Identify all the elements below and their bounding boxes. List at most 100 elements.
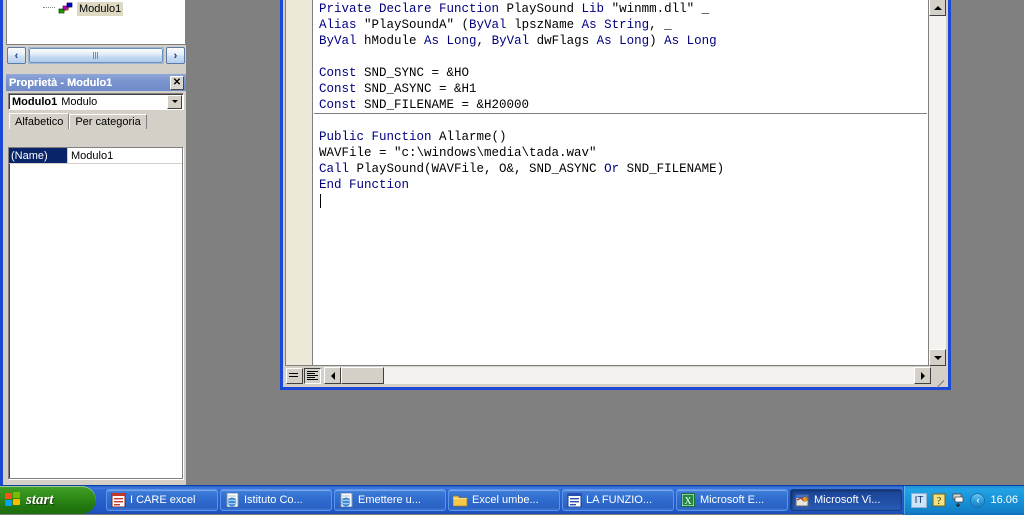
triangle-down-icon[interactable]	[929, 349, 946, 366]
help-question-icon[interactable]: ?	[932, 493, 946, 507]
code-token: Public Function	[319, 130, 440, 144]
code-text[interactable]: Private Declare Function PlaySound Lib "…	[319, 1, 926, 193]
code-token: ByVal	[491, 34, 537, 48]
triangle-left-icon[interactable]	[324, 367, 341, 384]
code-token: "winmm.dll" _	[611, 2, 710, 16]
code-window: Private Declare Function PlaySound Lib "…	[280, 0, 951, 390]
taskbar-button[interactable]: X Microsoft E...	[676, 489, 788, 511]
excel-green-icon: X	[681, 493, 696, 507]
taskbar-button[interactable]: Istituto Co...	[220, 489, 332, 511]
resize-grip-icon[interactable]	[931, 367, 946, 388]
code-token: hModule	[364, 34, 425, 48]
taskbar-buttons: I CARE excel Istituto Co... Emettere u... E…	[96, 489, 903, 511]
tab-per-categoria[interactable]: Per categoria	[69, 114, 147, 129]
code-token: Const	[319, 66, 365, 80]
taskbar-button-label: I CARE excel	[130, 494, 196, 506]
taskbar-button[interactable]: Microsoft Vi...	[790, 489, 902, 511]
taskbar: start I CARE excel Istituto Co... Emettere…	[0, 485, 1024, 515]
code-line[interactable]: Const SND_SYNC = &HO	[319, 65, 926, 81]
property-row[interactable]: (Name) Modulo1	[9, 148, 182, 164]
chevron-left-icon[interactable]: ‹	[7, 47, 26, 64]
taskbar-button-label: LA FUNZIO...	[586, 494, 653, 506]
full-module-view-icon[interactable]	[304, 367, 321, 384]
code-token: Const	[319, 82, 365, 96]
code-token: Private Declare Function	[319, 2, 507, 16]
chevron-right-icon[interactable]: ›	[166, 47, 185, 64]
code-token: As String	[581, 18, 650, 32]
code-token: As Long	[596, 34, 650, 48]
code-line[interactable]: Call PlaySound(WAVFile, O&, SND_ASYNC Or…	[319, 161, 926, 177]
chevron-down-icon[interactable]	[167, 94, 182, 109]
code-line[interactable]	[319, 113, 926, 129]
taskbar-button-label: Istituto Co...	[244, 494, 303, 506]
properties-object-combo[interactable]: Modulo1 Modulo	[8, 93, 184, 110]
procedure-view-glyph	[289, 371, 300, 380]
code-token: Call	[319, 162, 357, 176]
code-line[interactable]: WAVFile = "c:\windows\media\tada.wav"	[319, 145, 926, 161]
full-module-view-glyph	[307, 371, 318, 380]
desktop-background: Modulo1 ‹ › Proprietà - Modulo1 ✕ Modulo…	[0, 0, 1024, 515]
hscroll-thumb[interactable]	[341, 367, 384, 384]
close-icon[interactable]: ✕	[170, 75, 184, 90]
clock[interactable]: 16.06	[990, 494, 1018, 506]
code-token: ByVal	[319, 34, 365, 48]
code-line[interactable]: ByVal hModule As Long, ByVal dwFlags As …	[319, 33, 926, 49]
code-vertical-scrollbar[interactable]	[929, 0, 946, 366]
code-token: ,	[476, 34, 492, 48]
code-line[interactable]: Const SND_FILENAME = &H20000	[319, 97, 926, 113]
procedure-view-icon[interactable]	[286, 367, 303, 384]
taskbar-button[interactable]: I CARE excel	[106, 489, 218, 511]
code-window-bottom-bar	[285, 366, 946, 388]
property-name-cell[interactable]: (Name)	[9, 148, 67, 163]
code-token: PlaySound	[506, 2, 582, 16]
taskbar-button[interactable]: LA FUNZIO...	[562, 489, 674, 511]
language-indicator[interactable]: IT	[910, 492, 928, 508]
start-button[interactable]: start	[0, 486, 96, 514]
pe-scroll-thumb[interactable]	[29, 48, 163, 63]
procedure-separator-line	[314, 113, 927, 114]
vscroll-track[interactable]	[929, 16, 946, 349]
tab-alfabetico-label: Alfabetico	[15, 115, 64, 128]
code-window-client: Private Declare Function PlaySound Lib "…	[285, 0, 946, 388]
properties-titlebar[interactable]: Proprietà - Modulo1 ✕	[6, 74, 186, 91]
code-line[interactable]: End Function	[319, 177, 926, 193]
properties-grid[interactable]: (Name) Modulo1	[8, 147, 183, 479]
tab-alfabetico[interactable]: Alfabetico	[9, 113, 70, 129]
project-tree-item-modulo1[interactable]: Modulo1	[43, 1, 124, 16]
code-line[interactable]: Public Function Allarme()	[319, 129, 926, 145]
code-line[interactable]: Alias "PlaySoundA" (ByVal lpszName As St…	[319, 17, 926, 33]
property-value-cell[interactable]: Modulo1	[67, 148, 182, 163]
chevron-left-circle-icon[interactable]: ‹	[970, 492, 986, 508]
taskbar-button-label: Microsoft E...	[700, 494, 765, 506]
project-explorer-hscrollbar[interactable]: ‹ ›	[6, 45, 186, 66]
pe-scroll-track[interactable]	[28, 47, 164, 64]
code-token: End Function	[319, 178, 410, 192]
ie-page-icon	[225, 492, 240, 508]
code-token: , _	[649, 18, 672, 32]
code-line[interactable]	[319, 49, 926, 65]
network-icon[interactable]	[951, 493, 965, 508]
triangle-right-icon[interactable]	[914, 367, 931, 384]
properties-title-text: Proprietà - Modulo1	[9, 76, 113, 89]
code-line[interactable]: Const SND_ASYNC = &H1	[319, 81, 926, 97]
code-token: Or	[604, 162, 627, 176]
margin-indicator-bar[interactable]	[286, 0, 313, 365]
code-line[interactable]: Private Declare Function PlaySound Lib "…	[319, 1, 926, 17]
system-tray: IT ? ‹ 16.06	[902, 485, 1024, 515]
code-token: "PlaySoundA" (	[364, 18, 470, 32]
start-button-label: start	[26, 491, 54, 508]
code-horizontal-scrollbar[interactable]	[324, 367, 931, 384]
code-token: )	[649, 34, 665, 48]
taskbar-button[interactable]: Emettere u...	[334, 489, 446, 511]
code-token: Allarme()	[439, 130, 507, 144]
project-explorer-panel[interactable]: Modulo1	[6, 0, 186, 45]
properties-window: Proprietà - Modulo1 ✕ Modulo1 Modulo Alf…	[6, 74, 186, 484]
triangle-up-icon[interactable]	[929, 0, 946, 16]
code-token: SND_FILENAME = &H20000	[364, 98, 530, 112]
tree-connector-line	[43, 7, 55, 9]
folder-icon	[452, 493, 468, 507]
code-token: SND_SYNC = &HO	[364, 66, 470, 80]
code-editor-area[interactable]: Private Declare Function PlaySound Lib "…	[285, 0, 929, 366]
hscroll-track[interactable]	[341, 367, 914, 384]
taskbar-button[interactable]: Excel umbe...	[448, 489, 560, 511]
